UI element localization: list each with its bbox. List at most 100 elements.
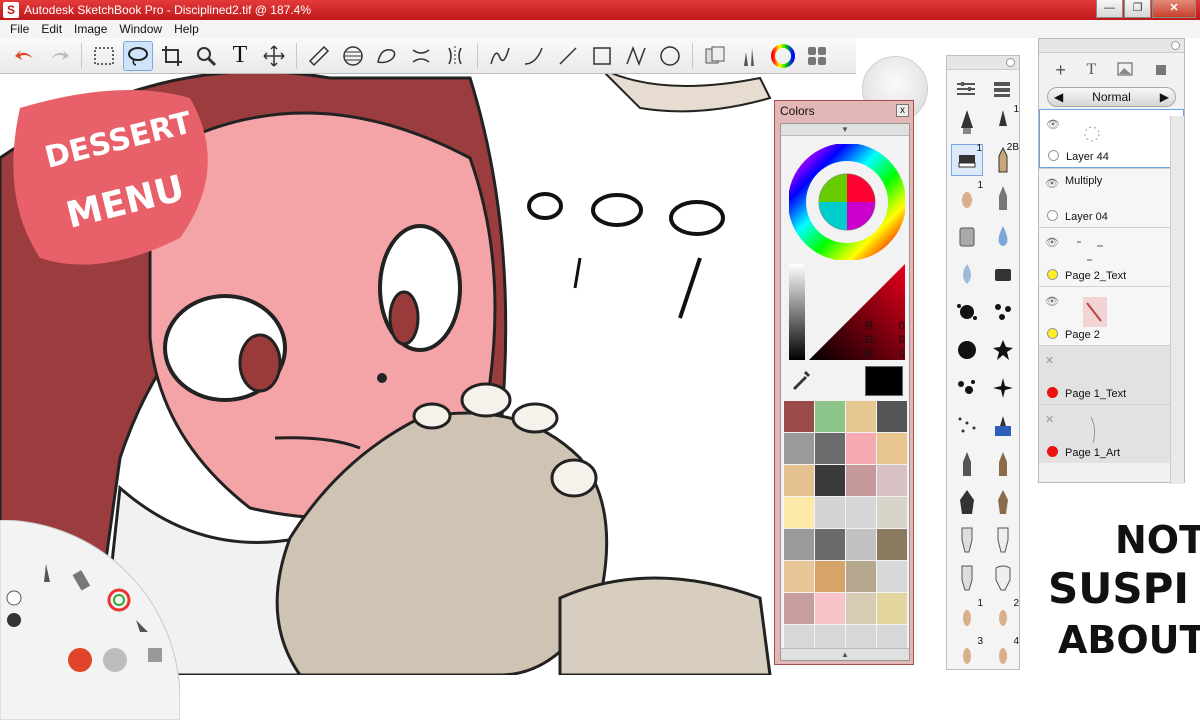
- ruler-icon[interactable]: [304, 41, 334, 71]
- menu-help[interactable]: Help: [168, 20, 205, 38]
- curve-icon[interactable]: [519, 41, 549, 71]
- brush-texture-icon[interactable]: [987, 562, 1019, 594]
- eye-hidden-icon[interactable]: ✕: [1045, 413, 1054, 426]
- restore-button[interactable]: ❐: [1124, 0, 1151, 18]
- brush-noise-icon[interactable]: [951, 410, 983, 442]
- close-button[interactable]: ✕: [1152, 0, 1196, 18]
- chevron-left-icon[interactable]: ◀: [1054, 90, 1063, 104]
- eye-icon[interactable]: 👁: [1045, 236, 1059, 249]
- brush-inkwell-icon[interactable]: [987, 410, 1019, 442]
- rect-select-icon[interactable]: [89, 41, 119, 71]
- palette-icon[interactable]: [802, 41, 832, 71]
- brush-splat-icon[interactable]: [987, 334, 1019, 366]
- copy-paste-icon[interactable]: [700, 41, 730, 71]
- brush-fan-icon[interactable]: [987, 486, 1019, 518]
- brush-tip-1-icon[interactable]: 1: [951, 598, 983, 632]
- menu-file[interactable]: File: [4, 20, 35, 38]
- color-swatch[interactable]: [877, 593, 907, 624]
- color-swatch[interactable]: [815, 465, 845, 496]
- brush-bristle-icon[interactable]: [951, 524, 983, 556]
- colors-close-button[interactable]: x: [896, 104, 909, 117]
- line-icon[interactable]: [553, 41, 583, 71]
- brush-eraser-icon[interactable]: 1: [951, 143, 983, 176]
- grayscale-strip[interactable]: [789, 264, 805, 360]
- brush-smudge-icon[interactable]: [987, 220, 1019, 252]
- brush-pencil-icon[interactable]: 2B: [987, 142, 1019, 176]
- stroke-icon[interactable]: [485, 41, 515, 71]
- lagoon-layers-icon[interactable]: [148, 648, 162, 662]
- brush-drop-icon[interactable]: [951, 258, 983, 290]
- layer-scrollbar[interactable]: [1170, 116, 1184, 484]
- add-text-layer-icon[interactable]: T: [1087, 61, 1097, 79]
- b-value[interactable]: 0: [899, 348, 905, 360]
- brush-speckle-icon[interactable]: [951, 372, 983, 404]
- layer-row[interactable]: 👁 Multiply Layer 04: [1039, 168, 1184, 227]
- color-swatch[interactable]: [846, 401, 876, 432]
- color-wheel[interactable]: [789, 144, 905, 260]
- lasso-icon[interactable]: [123, 40, 153, 71]
- brush-properties-icon[interactable]: [955, 78, 977, 103]
- menu-edit[interactable]: Edit: [35, 20, 68, 38]
- color-swatch[interactable]: [846, 497, 876, 528]
- rectangle-icon[interactable]: [587, 41, 617, 71]
- color-swatch[interactable]: [784, 593, 814, 624]
- symmetry-y-icon[interactable]: [440, 41, 470, 71]
- color-swatch[interactable]: [877, 433, 907, 464]
- brush-flat-icon[interactable]: [987, 448, 1019, 480]
- crop-icon[interactable]: [157, 41, 187, 71]
- color-swatch[interactable]: [877, 529, 907, 560]
- transform-icon[interactable]: [259, 41, 289, 71]
- add-layer-icon[interactable]: +: [1055, 60, 1066, 81]
- layer-row[interactable]: 👁 Page 2: [1039, 286, 1184, 345]
- color-swatch[interactable]: [846, 465, 876, 496]
- scroll-up-arrow[interactable]: ▼: [781, 124, 909, 136]
- color-swatch[interactable]: [846, 561, 876, 592]
- color-swatch[interactable]: [784, 433, 814, 464]
- color-swatch[interactable]: [815, 401, 845, 432]
- color-swatch[interactable]: [877, 561, 907, 592]
- eye-hidden-icon[interactable]: ✕: [1045, 354, 1054, 367]
- brush-airbrush-icon[interactable]: 1: [951, 180, 983, 214]
- text-icon[interactable]: T: [225, 41, 255, 71]
- eye-icon[interactable]: 👁: [1045, 295, 1059, 308]
- brush-palette-close-icon[interactable]: [1006, 58, 1015, 67]
- eye-icon[interactable]: 👁: [1046, 118, 1060, 131]
- french-curve-icon[interactable]: [372, 41, 402, 71]
- redo-icon[interactable]: [44, 41, 74, 71]
- color-swatch[interactable]: [784, 465, 814, 496]
- brush-splatter-icon[interactable]: [951, 296, 983, 328]
- undo-icon[interactable]: [10, 41, 40, 71]
- current-color-swatch[interactable]: [865, 366, 903, 396]
- color-swatch[interactable]: [784, 497, 814, 528]
- circle-icon[interactable]: [655, 41, 685, 71]
- brush-tip-3-icon[interactable]: 3: [951, 636, 983, 670]
- ellipse-guide-icon[interactable]: [338, 41, 368, 71]
- chevron-right-icon[interactable]: ▶: [1160, 90, 1169, 104]
- layer-editor-close-icon[interactable]: [1171, 41, 1180, 50]
- layer-row[interactable]: 👁 Page 2_Text: [1039, 227, 1184, 286]
- brush-tip-4-icon[interactable]: 4: [987, 636, 1019, 670]
- scroll-down-arrow[interactable]: ▲: [781, 648, 909, 660]
- color-swatch[interactable]: [784, 561, 814, 592]
- color-swatch[interactable]: [815, 561, 845, 592]
- brush-library-icon[interactable]: [734, 41, 764, 71]
- brush-round-icon[interactable]: [951, 448, 983, 480]
- color-swatch[interactable]: [815, 529, 845, 560]
- brush-sponge-icon[interactable]: [987, 524, 1019, 556]
- brush-block-icon[interactable]: [987, 258, 1019, 290]
- layer-row[interactable]: ✕ Page 1_Art: [1039, 404, 1184, 463]
- color-swatch[interactable]: [846, 433, 876, 464]
- layer-row[interactable]: ✕ Page 1_Text: [1039, 345, 1184, 404]
- eyedropper-icon[interactable]: [789, 368, 813, 392]
- brush-fineliner-icon[interactable]: 1: [987, 104, 1019, 138]
- color-swatch[interactable]: [877, 497, 907, 528]
- color-swatch[interactable]: [815, 497, 845, 528]
- r-value[interactable]: 0: [899, 320, 905, 332]
- add-image-layer-icon[interactable]: [1117, 62, 1133, 79]
- brush-marker-icon[interactable]: [987, 182, 1019, 214]
- brush-ink-blot-icon[interactable]: [951, 334, 983, 366]
- color-swatch[interactable]: [846, 593, 876, 624]
- brush-chisel-icon[interactable]: [951, 562, 983, 594]
- polyline-icon[interactable]: [621, 41, 651, 71]
- color-swatch[interactable]: [784, 529, 814, 560]
